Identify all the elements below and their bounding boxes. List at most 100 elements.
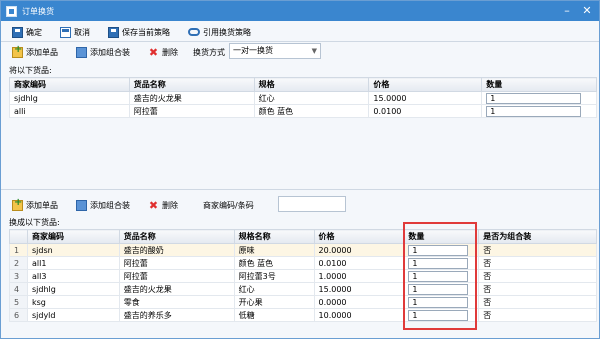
confirm-label: 确定 bbox=[26, 27, 42, 37]
app-icon bbox=[6, 5, 17, 17]
delete-icon: ✖ bbox=[148, 198, 159, 212]
delete-label: 删除 bbox=[162, 200, 178, 210]
cell-spec: 开心果 bbox=[233, 295, 315, 309]
cell-code: all1 bbox=[26, 256, 120, 270]
cell-code: sjdyld bbox=[26, 308, 120, 322]
combo-icon bbox=[76, 46, 87, 58]
table-row[interactable]: 1 sjdsn 盛吉的酸奶 原味 20.0000 1 否 bbox=[9, 243, 597, 257]
column-header[interactable]: 价格 bbox=[368, 77, 483, 92]
search-label: 商家编码/条码 bbox=[203, 200, 254, 210]
source-goods-table: 商家编码 货品名称 规格 价格 数量 sjdhlg 盛吉的火龙果 红心 15.0… bbox=[9, 77, 597, 118]
cell-qty: 1 bbox=[481, 91, 597, 105]
cell-code: sjdhlg bbox=[26, 282, 120, 296]
cell-spec: 红心 bbox=[253, 91, 370, 105]
target-section-label: 换成以下货品: bbox=[9, 218, 60, 227]
add-single-label: 添加单品 bbox=[26, 200, 58, 210]
row-number: 5 bbox=[9, 295, 28, 309]
table-row[interactable]: 3 all3 阿拉蕾 阿拉蕾3号 1.0000 1 否 bbox=[9, 269, 597, 283]
column-header[interactable]: 商家编码 bbox=[9, 77, 130, 92]
save-strategy-button[interactable]: 保存当前策略 bbox=[105, 24, 173, 40]
cell-price: 0.0100 bbox=[313, 256, 405, 270]
column-header[interactable]: 价格 bbox=[313, 229, 405, 244]
row-number: 4 bbox=[9, 282, 28, 296]
combo-icon bbox=[76, 199, 87, 211]
window-title: 订单换货 bbox=[22, 6, 54, 16]
add-single-button[interactable]: 添加单品 bbox=[9, 44, 61, 60]
cell-code: sjdhlg bbox=[9, 91, 130, 105]
add-single-button[interactable]: 添加单品 bbox=[9, 197, 61, 213]
table-row[interactable]: sjdhlg 盛吉的火龙果 红心 15.0000 1 bbox=[9, 91, 597, 105]
add-combo-button[interactable]: 添加组合装 bbox=[73, 197, 133, 213]
exchange-mode-value: 一对一换货 bbox=[233, 46, 273, 55]
table-row[interactable]: 6 sjdyld 盛吉的养乐多 低糖 10.0000 1 否 bbox=[9, 308, 597, 322]
bottom-panel-toolbar: 添加单品 添加组合装 ✖ 删除 商家编码/条码 bbox=[9, 196, 254, 214]
save-icon bbox=[108, 26, 119, 38]
cell-price: 15.0000 bbox=[368, 91, 483, 105]
cancel-button[interactable]: 取消 bbox=[57, 24, 93, 40]
cell-price: 15.0000 bbox=[313, 282, 405, 296]
quantity-input[interactable]: 1 bbox=[486, 105, 581, 117]
cancel-icon bbox=[60, 26, 71, 38]
add-combo-button[interactable]: 添加组合装 bbox=[73, 44, 133, 60]
table-header: 商家编码 货品名称 规格名称 价格 数量 是否为组合装 bbox=[9, 229, 597, 244]
panel-splitter[interactable] bbox=[1, 189, 599, 190]
cell-price: 0.0100 bbox=[368, 104, 483, 118]
sku-search-input[interactable] bbox=[278, 196, 346, 212]
cell-spec: 低糖 bbox=[233, 308, 315, 322]
target-goods-table: 商家编码 货品名称 规格名称 价格 数量 是否为组合装 1 sjdsn 盛吉的酸… bbox=[9, 229, 597, 322]
save-icon bbox=[12, 26, 23, 38]
cell-name: 阿拉蕾 bbox=[118, 269, 235, 283]
cell-combo: 否 bbox=[478, 269, 597, 283]
table-row[interactable]: 4 sjdhlg 盛吉的火龙果 红心 15.0000 1 否 bbox=[9, 282, 597, 296]
add-combo-label: 添加组合装 bbox=[90, 47, 130, 57]
top-panel-toolbar: 添加单品 添加组合装 ✖ 删除 换货方式 bbox=[9, 43, 225, 61]
quantity-column-highlight bbox=[403, 222, 477, 330]
cell-spec: 颜色 蓝色 bbox=[233, 256, 315, 270]
main-toolbar: 确定 取消 保存当前策略 引用换货策略 bbox=[9, 23, 266, 41]
delete-icon: ✖ bbox=[148, 45, 159, 59]
cell-spec: 红心 bbox=[233, 282, 315, 296]
add-combo-label: 添加组合装 bbox=[90, 200, 130, 210]
delete-label: 删除 bbox=[162, 47, 178, 57]
add-icon bbox=[12, 197, 23, 211]
cell-combo: 否 bbox=[478, 308, 597, 322]
cell-spec: 颜色 蓝色 bbox=[253, 104, 370, 118]
cell-name: 盛吉的火龙果 bbox=[118, 282, 235, 296]
use-strategy-button[interactable]: 引用换货策略 bbox=[185, 24, 254, 40]
source-section-label: 将以下货品: bbox=[9, 66, 52, 75]
exchange-mode-select[interactable]: 一对一换货 ▼ bbox=[229, 43, 321, 59]
table-row[interactable]: 5 ksg 零食 开心果 0.0000 1 否 bbox=[9, 295, 597, 309]
cell-code: sjdsn bbox=[26, 243, 120, 257]
row-number: 2 bbox=[9, 256, 28, 270]
confirm-button[interactable]: 确定 bbox=[9, 24, 45, 40]
column-header[interactable]: 货品名称 bbox=[118, 229, 235, 244]
close-icon[interactable]: ✕ bbox=[579, 3, 595, 19]
quantity-input[interactable]: 1 bbox=[486, 92, 581, 104]
cell-name: 零食 bbox=[118, 295, 235, 309]
row-number: 3 bbox=[9, 269, 28, 283]
cell-code: all3 bbox=[26, 269, 120, 283]
column-header[interactable]: 规格名称 bbox=[233, 229, 315, 244]
cell-price: 1.0000 bbox=[313, 269, 405, 283]
minimize-icon[interactable]: – bbox=[559, 3, 575, 19]
divider bbox=[1, 41, 599, 42]
cell-spec: 原味 bbox=[233, 243, 315, 257]
cell-combo: 否 bbox=[478, 282, 597, 296]
cell-price: 10.0000 bbox=[313, 308, 405, 322]
column-header[interactable]: 数量 bbox=[481, 77, 597, 92]
table-header: 商家编码 货品名称 规格 价格 数量 bbox=[9, 77, 597, 92]
table-row[interactable]: alli 阿拉蕾 颜色 蓝色 0.0100 1 bbox=[9, 104, 597, 118]
delete-button[interactable]: ✖ 删除 bbox=[145, 197, 181, 213]
row-number-header bbox=[9, 229, 28, 244]
delete-button[interactable]: ✖ 删除 bbox=[145, 44, 181, 60]
cancel-label: 取消 bbox=[74, 27, 90, 37]
column-header[interactable]: 商家编码 bbox=[26, 229, 120, 244]
column-header[interactable]: 规格 bbox=[253, 77, 370, 92]
column-header[interactable]: 货品名称 bbox=[128, 77, 255, 92]
add-icon bbox=[12, 44, 23, 58]
column-header[interactable]: 是否为组合装 bbox=[478, 229, 597, 244]
cell-name: 阿拉蕾 bbox=[118, 256, 235, 270]
table-row[interactable]: 2 all1 阿拉蕾 颜色 蓝色 0.0100 1 否 bbox=[9, 256, 597, 270]
exchange-mode-label: 换货方式 bbox=[193, 47, 225, 57]
exchange-window: 订单换货 – ✕ 确定 取消 保存当前策略 引用换货策略 添加单品 添加 bbox=[0, 0, 600, 339]
